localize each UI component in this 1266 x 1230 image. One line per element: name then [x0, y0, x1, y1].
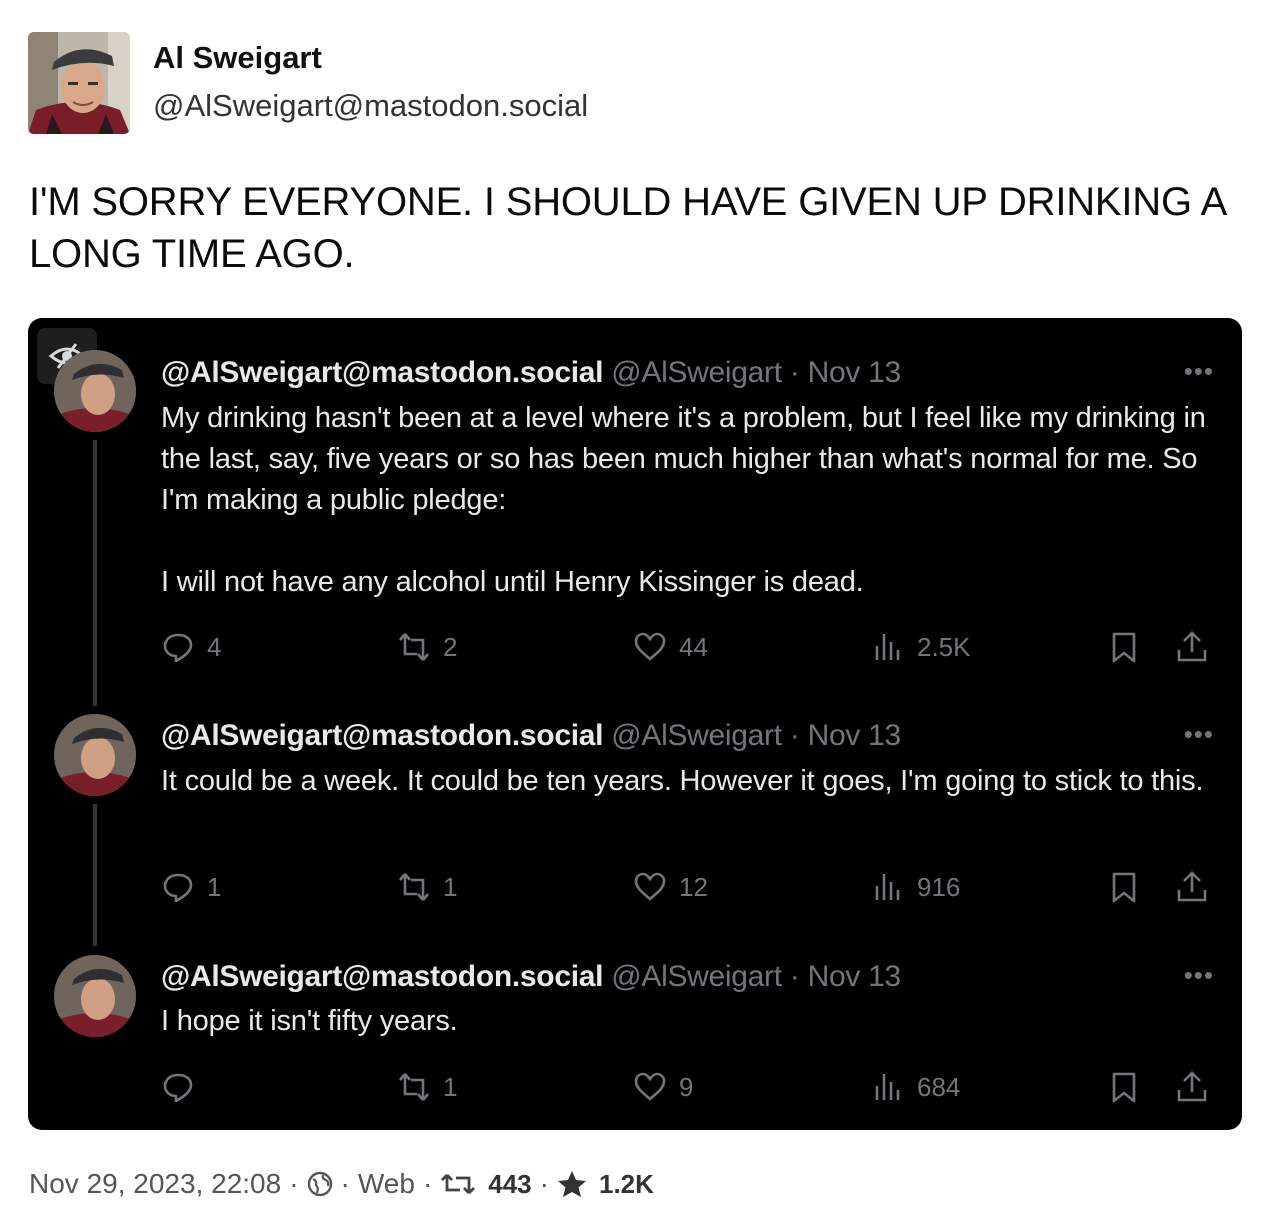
embedded-tweet: @AlSweigart@mastodon.social @AlSweigart …	[28, 708, 1242, 948]
share-action	[1175, 1070, 1209, 1104]
views-count: 2.5K	[917, 631, 971, 662]
separator: ·	[422, 1168, 433, 1199]
like-count: 44	[679, 631, 708, 662]
retweet-action: 1	[397, 1070, 457, 1104]
bookmark-action	[1107, 630, 1141, 664]
reply-icon	[163, 873, 193, 903]
views-count: 684	[917, 1071, 961, 1102]
status-timestamp[interactable]: Nov 29, 2023, 22:08	[29, 1168, 281, 1200]
retweet-action: 2	[397, 630, 457, 664]
tweet-paragraph: It could be a week. It could be ten year…	[161, 765, 1204, 797]
tweet-separator: ·	[789, 719, 800, 752]
tweet-author-name: @AlSweigart@mastodon.social	[161, 719, 604, 752]
reply-action	[161, 1070, 207, 1104]
star-icon[interactable]	[557, 1170, 587, 1198]
tweet-header: @AlSweigart@mastodon.social @AlSweigart …	[161, 960, 901, 994]
like-count: 9	[679, 1071, 694, 1102]
tweet-header: @AlSweigart@mastodon.social @AlSweigart …	[161, 719, 901, 753]
bookmark-action	[1107, 870, 1141, 904]
separator: ·	[539, 1168, 549, 1199]
views-icon	[875, 1074, 900, 1100]
tweet-date: Nov 13	[807, 356, 902, 389]
bookmark-icon	[1112, 632, 1136, 663]
tweet-avatar	[54, 714, 136, 796]
author-handle[interactable]: @AlSweigart@mastodon.social	[153, 88, 588, 124]
retweet-action: 1	[397, 870, 457, 904]
retweet-icon	[399, 873, 429, 901]
tweet-text: My drinking hasn't been at a level where…	[161, 398, 1211, 603]
author-avatar[interactable]	[28, 32, 130, 134]
like-action: 12	[633, 870, 708, 904]
tweet-actions: 4 2 44 2.5K	[161, 630, 1221, 666]
bookmark-icon	[1112, 1072, 1136, 1103]
tweet-avatar	[54, 955, 136, 1037]
more-options-icon: •••	[1183, 719, 1214, 749]
boost-icon[interactable]	[440, 1172, 476, 1196]
application-name: Web	[357, 1168, 415, 1199]
tweet-paragraph: My drinking hasn't been at a level where…	[161, 402, 1206, 516]
tweet-actions: 1 1 12 916	[161, 870, 1221, 906]
media-attachment[interactable]: @AlSweigart@mastodon.social @AlSweigart …	[28, 318, 1242, 1130]
globe-icon	[307, 1171, 332, 1197]
share-action	[1175, 630, 1209, 664]
like-action: 44	[633, 630, 708, 664]
share-icon	[1177, 1071, 1207, 1102]
reply-count: 1	[207, 871, 222, 902]
tweet-text: I hope it isn't fifty years.	[161, 1001, 1211, 1042]
tweet-username: @AlSweigart	[611, 356, 782, 389]
heart-icon	[634, 872, 666, 901]
tweet-separator: ·	[789, 356, 800, 389]
tweet-text: It could be a week. It could be ten year…	[161, 761, 1211, 802]
heart-icon	[634, 1072, 666, 1101]
views-action: 916	[871, 870, 960, 904]
favourite-count[interactable]: 1.2K	[599, 1169, 654, 1200]
boost-count[interactable]: 443	[488, 1169, 531, 1200]
retweet-icon	[399, 633, 429, 661]
reply-icon	[163, 633, 193, 663]
views-icon	[875, 874, 900, 900]
separator: ·	[340, 1168, 350, 1199]
tweet-avatar	[54, 350, 136, 432]
views-action: 684	[871, 1070, 960, 1104]
tweet-header: @AlSweigart@mastodon.social @AlSweigart …	[161, 356, 901, 390]
retweet-count: 1	[443, 1071, 458, 1102]
tweet-paragraph: I will not have any alcohol until Henry …	[161, 566, 864, 598]
like-action: 9	[633, 1070, 693, 1104]
tweet-author-name: @AlSweigart@mastodon.social	[161, 356, 604, 389]
status-header: Al Sweigart @AlSweigart@mastodon.social	[28, 32, 928, 134]
share-action	[1175, 870, 1209, 904]
retweet-count: 2	[443, 631, 458, 662]
reply-action: 1	[161, 870, 221, 904]
bookmark-icon	[1112, 872, 1136, 903]
tweet-username: @AlSweigart	[611, 719, 782, 752]
reply-icon	[163, 1073, 193, 1103]
tweet-date: Nov 13	[807, 960, 902, 993]
tweet-date: Nov 13	[807, 719, 902, 752]
more-options-icon: •••	[1183, 356, 1214, 386]
heart-icon	[634, 632, 666, 661]
retweet-icon	[399, 1073, 429, 1101]
status-footer: Nov 29, 2023, 22:08 · · Web · 443 · 1.2K	[29, 1168, 654, 1200]
tweet-actions: 1 9 684	[161, 1070, 1221, 1106]
views-action: 2.5K	[871, 630, 971, 664]
tweet-author-name: @AlSweigart@mastodon.social	[161, 960, 604, 993]
embedded-tweet: @AlSweigart@mastodon.social @AlSweigart …	[28, 948, 1242, 1130]
retweet-count: 1	[443, 871, 458, 902]
status-content: I'M SORRY EVERYONE. I SHOULD HAVE GIVEN …	[29, 180, 1225, 276]
embedded-tweet: @AlSweigart@mastodon.social @AlSweigart …	[28, 318, 1242, 708]
author-display-name[interactable]: Al Sweigart	[153, 40, 322, 76]
bookmark-action	[1107, 1070, 1141, 1104]
more-options-icon: •••	[1183, 960, 1214, 990]
like-count: 12	[679, 871, 708, 902]
share-icon	[1177, 631, 1207, 662]
views-icon	[875, 634, 900, 660]
tweet-username: @AlSweigart	[611, 960, 782, 993]
reply-action: 4	[161, 630, 221, 664]
tweet-separator: ·	[789, 960, 800, 993]
separator: ·	[289, 1168, 299, 1199]
reply-count: 4	[207, 631, 222, 662]
views-count: 916	[917, 871, 961, 902]
tweet-paragraph: I hope it isn't fifty years.	[161, 1005, 458, 1037]
share-icon	[1177, 871, 1207, 902]
